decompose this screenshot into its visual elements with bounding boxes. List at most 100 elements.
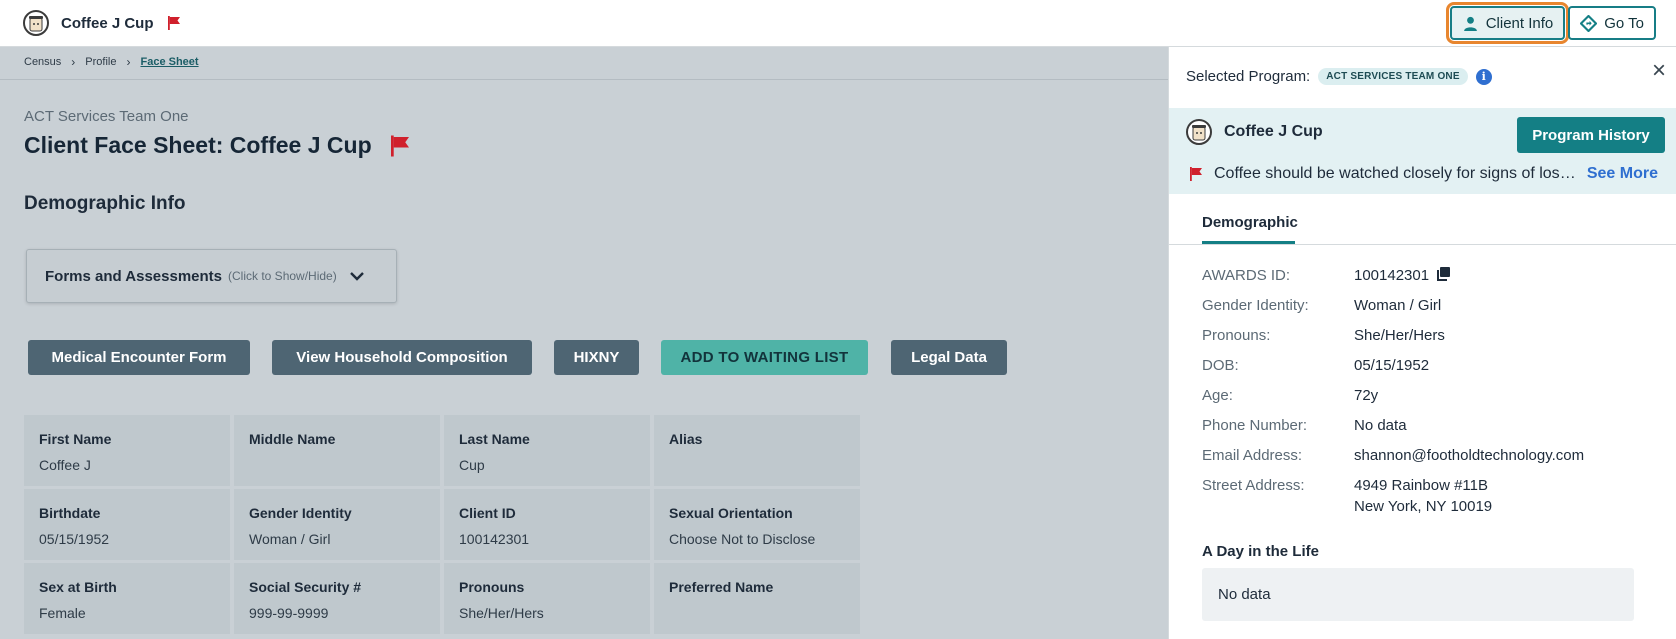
go-to-button[interactable]: Go To — [1568, 6, 1656, 40]
view-household-composition-button[interactable]: View Household Composition — [272, 340, 532, 375]
cell-label: Sex at Birth — [39, 579, 117, 595]
cell-label: Middle Name — [249, 431, 336, 447]
cell-value: Woman / Girl — [249, 531, 331, 547]
program-history-button[interactable]: Program History — [1517, 117, 1665, 153]
forms-toggle-label: Forms and Assessments — [45, 267, 223, 285]
client-name: Coffee J Cup — [61, 14, 154, 32]
field-email-address: Email Address: shannon@footholdtechnolog… — [1202, 445, 1584, 466]
field-label: Email Address: — [1202, 447, 1303, 464]
field-street-address: Street Address: 4949 Rainbow #11B New Yor… — [1202, 475, 1492, 517]
cell-label: Pronouns — [459, 579, 525, 595]
field-value: She/Her/Hers — [1354, 327, 1445, 344]
breadcrumb-profile[interactable]: Profile — [85, 56, 116, 68]
cell-value: She/Her/Hers — [459, 605, 544, 621]
breadcrumb-face-sheet[interactable]: Face Sheet — [140, 56, 198, 68]
info-icon[interactable]: i — [1475, 68, 1492, 85]
chevron-right-icon: › — [126, 55, 131, 69]
section-title: Demographic Info — [24, 193, 186, 214]
cell-label: First Name — [39, 431, 112, 447]
field-label: Gender Identity: — [1202, 297, 1309, 314]
see-more-link[interactable]: See More — [1587, 165, 1658, 183]
cell-value: Female — [39, 605, 86, 621]
field-value: 72y — [1354, 387, 1379, 404]
cell-value: 999-99-9999 — [249, 605, 329, 621]
program-name: ACT Services Team One — [24, 108, 189, 125]
copy-icon[interactable] — [1435, 266, 1451, 282]
client-info-panel: Selected Program: ACT SERVICES TEAM ONE … — [1168, 47, 1676, 639]
field-gender-identity: Gender Identity: Woman / Girl — [1202, 295, 1441, 316]
selected-program-label: Selected Program: — [1186, 68, 1311, 85]
grid-cell-last-name: Last Name Cup — [444, 415, 650, 486]
cell-value: Cup — [459, 457, 485, 473]
field-label: AWARDS ID: — [1202, 267, 1291, 284]
breadcrumb-census[interactable]: Census — [24, 56, 61, 68]
flag-icon[interactable] — [166, 15, 182, 31]
cell-label: Preferred Name — [669, 579, 774, 595]
hixny-button[interactable]: HIXNY — [554, 340, 639, 375]
cell-value: Choose Not to Disclose — [669, 531, 816, 547]
legal-data-button[interactable]: Legal Data — [891, 340, 1007, 375]
client-row: Coffee J Cup — [1186, 119, 1323, 145]
field-label: Pronouns: — [1202, 327, 1271, 344]
tab-demographic[interactable]: Demographic — [1202, 214, 1298, 245]
flag-icon — [1188, 166, 1204, 182]
cell-label: Birthdate — [39, 505, 101, 521]
divider — [1169, 244, 1676, 245]
divider — [0, 79, 1170, 80]
cell-label: Sexual Orientation — [669, 505, 793, 521]
grid-cell-first-name: First Name Coffee J — [24, 415, 230, 486]
client-alert: Coffee should be watched closely for sig… — [1188, 165, 1658, 183]
chevron-down-icon — [349, 272, 364, 281]
panel-client-name: Coffee J Cup — [1224, 123, 1323, 140]
field-value: Woman / Girl — [1354, 297, 1442, 314]
field-label: Phone Number: — [1202, 417, 1308, 434]
grid-cell-middle-name: Middle Name — [234, 415, 440, 486]
cell-value: 100142301 — [459, 531, 530, 547]
day-in-life-title: A Day in the Life — [1202, 543, 1319, 560]
field-value: 05/15/1952 — [1354, 357, 1430, 374]
flag-icon[interactable] — [388, 134, 412, 158]
field-value-wrap: 100142301 — [1354, 265, 1451, 286]
program-badge: ACT SERVICES TEAM ONE — [1318, 68, 1468, 85]
field-dob: DOB: 05/15/1952 — [1202, 355, 1429, 376]
person-icon — [1463, 16, 1477, 31]
grid-cell-sexual-orientation: Sexual Orientation Choose Not to Disclose — [654, 489, 860, 560]
top-bar: Coffee J Cup Client Info Go To — [0, 0, 1676, 47]
breadcrumb: Census › Profile › Face Sheet — [24, 55, 199, 69]
page-title: Client Face Sheet: Coffee J Cup — [24, 132, 412, 159]
grid-cell-sex-at-birth: Sex at Birth Female — [24, 563, 230, 634]
grid-cell-ssn: Social Security # 999-99-9999 — [234, 563, 440, 634]
cell-value: 05/15/1952 — [39, 531, 110, 547]
medical-encounter-form-button[interactable]: Medical Encounter Form — [28, 340, 250, 375]
client-info-label: Client Info — [1485, 14, 1554, 32]
field-value: shannon@footholdtechnology.com — [1354, 447, 1585, 464]
field-value: 4949 Rainbow #11B — [1354, 477, 1488, 494]
field-value: 100142301 — [1354, 267, 1430, 284]
forms-toggle-hint: (Click to Show/Hide) — [228, 269, 337, 283]
field-value: No data — [1354, 417, 1407, 434]
field-value-wrap: 4949 Rainbow #11B New York, NY 10019 — [1354, 475, 1492, 517]
forms-assessments-toggle[interactable]: Forms and Assessments (Click to Show/Hid… — [26, 249, 397, 303]
field-awards-id: AWARDS ID: 100142301 — [1202, 265, 1451, 286]
client-header: Coffee J Cup — [23, 10, 182, 36]
field-age: Age: 72y — [1202, 385, 1378, 406]
cell-label: Alias — [669, 431, 703, 447]
cell-label: Last Name — [459, 431, 530, 447]
alert-text: Coffee should be watched closely for sig… — [1214, 165, 1577, 182]
close-icon[interactable]: × — [1652, 59, 1666, 83]
field-phone-number: Phone Number: No data — [1202, 415, 1407, 436]
page-title-text: Client Face Sheet: Coffee J Cup — [24, 132, 372, 158]
client-avatar — [23, 10, 49, 36]
cell-label: Social Security # — [249, 579, 362, 595]
cell-value: Coffee J — [39, 457, 91, 473]
client-avatar — [1186, 119, 1212, 145]
field-pronouns: Pronouns: She/Her/Hers — [1202, 325, 1445, 346]
add-to-waiting-list-button[interactable]: ADD TO WAITING LIST — [661, 340, 868, 375]
go-to-label: Go To — [1604, 14, 1644, 32]
field-label: Street Address: — [1202, 477, 1305, 494]
selected-program: Selected Program: ACT SERVICES TEAM ONE … — [1186, 68, 1492, 85]
grid-cell-client-id: Client ID 100142301 — [444, 489, 650, 560]
client-info-button[interactable]: Client Info — [1445, 2, 1570, 44]
day-in-life-value: No data — [1202, 568, 1634, 621]
client-summary: Coffee J Cup Program History Coffee shou… — [1169, 108, 1676, 194]
